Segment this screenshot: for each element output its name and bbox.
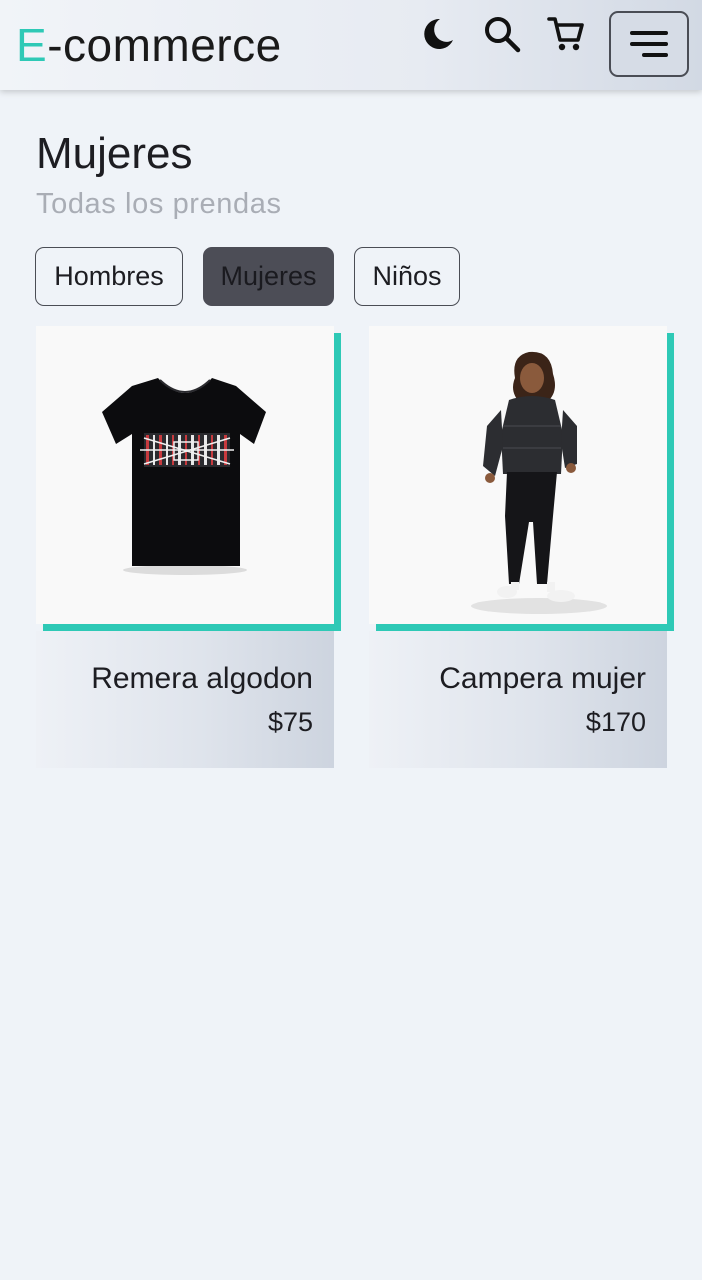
logo-accent-letter: E — [16, 19, 48, 71]
card-accent-border — [43, 624, 341, 631]
product-info: Campera mujer $170 — [369, 631, 667, 768]
page-title: Mujeres — [36, 129, 193, 178]
hamburger-menu-button[interactable] — [609, 11, 689, 77]
search-icon[interactable] — [482, 14, 522, 54]
card-accent-border — [376, 624, 674, 631]
filter-ninos-button[interactable]: Niños — [354, 247, 460, 306]
product-image-jacket[interactable] — [369, 326, 667, 624]
hamburger-menu-icon — [630, 31, 668, 57]
logo-text: -commerce — [47, 19, 282, 71]
filter-hombres-button[interactable]: Hombres — [35, 247, 183, 306]
product-name: Campera mujer — [439, 662, 646, 695]
product-price: $75 — [267, 707, 313, 737]
page-subtitle: Todas los prendas — [36, 188, 282, 220]
app-header: E-commerce — [0, 0, 702, 90]
product-card[interactable]: Remera algodon $75 — [36, 326, 341, 768]
moon-icon[interactable] — [417, 14, 457, 54]
product-info: Remera algodon $75 — [36, 631, 334, 768]
logo[interactable]: E-commerce — [16, 18, 282, 72]
product-name: Remera algodon — [91, 662, 313, 695]
cart-icon[interactable] — [546, 14, 586, 54]
product-card[interactable]: Campera mujer $170 — [369, 326, 674, 768]
product-price: $170 — [585, 707, 646, 737]
product-image-tshirt[interactable] — [36, 326, 334, 624]
card-accent-border — [334, 333, 341, 631]
card-accent-border — [667, 333, 674, 631]
filter-mujeres-button[interactable]: Mujeres — [203, 247, 334, 306]
